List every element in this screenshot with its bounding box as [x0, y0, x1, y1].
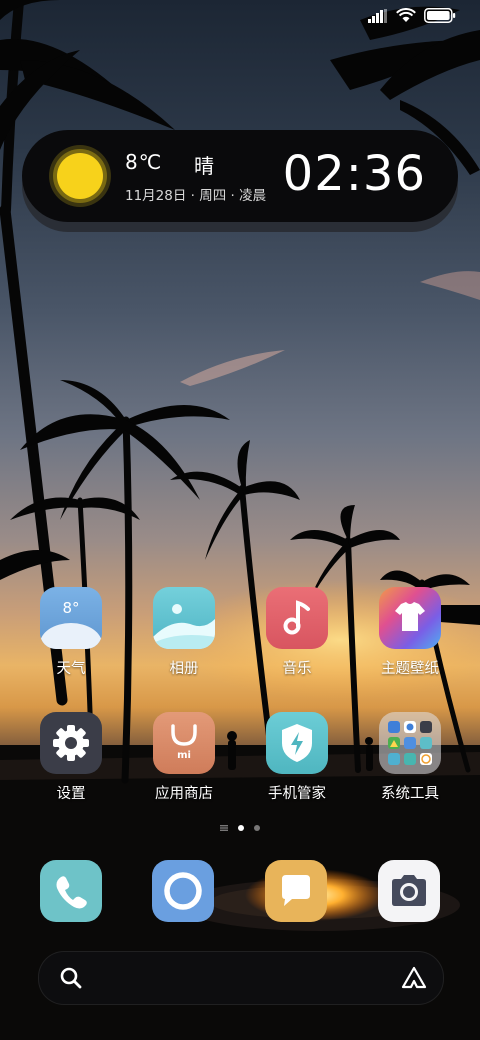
battery-icon	[424, 8, 456, 23]
theme-icon	[379, 587, 441, 649]
sun-icon	[49, 145, 111, 207]
signal-icon	[368, 8, 387, 23]
settings-icon	[40, 712, 102, 774]
page-dot-active[interactable]	[238, 825, 244, 831]
app-label: 音乐	[282, 661, 312, 677]
app-settings[interactable]: 设置	[16, 712, 126, 803]
weather-clock-widget[interactable]: 8℃ 晴 11月28日 · 周四 · 凌晨 02:36	[22, 130, 458, 222]
app-label: 主题壁纸	[381, 661, 439, 677]
dock-phone[interactable]	[40, 860, 102, 922]
search-bar[interactable]	[38, 951, 444, 1005]
search-icon[interactable]	[59, 966, 83, 990]
app-label: 相册	[169, 661, 199, 677]
app-label: 设置	[56, 786, 86, 802]
dock-browser[interactable]	[152, 860, 214, 922]
app-label: 系统工具	[381, 786, 439, 802]
assistant-icon[interactable]	[401, 966, 427, 990]
wifi-icon	[396, 8, 416, 22]
browser-icon	[164, 872, 202, 910]
weather-icon: 8°	[40, 587, 102, 649]
status-bar	[368, 8, 456, 23]
temperature: 8℃	[125, 150, 163, 174]
app-security[interactable]: 手机管家	[242, 712, 352, 803]
app-themes[interactable]: 主题壁纸	[355, 587, 465, 678]
app-store[interactable]: mi 应用商店	[129, 712, 239, 803]
app-label: 天气	[56, 661, 86, 677]
phone-icon	[56, 876, 87, 909]
weather-condition: 晴	[194, 154, 214, 178]
folder-icon	[379, 712, 441, 774]
app-label: 手机管家	[268, 786, 326, 802]
camera-icon	[392, 875, 426, 906]
clock-time: 02:36	[282, 146, 426, 202]
app-store-icon: mi	[153, 712, 215, 774]
music-icon	[266, 587, 328, 649]
folder-system-tools[interactable]: 系统工具	[355, 712, 465, 803]
date-text: 11月28日 · 周四 · 凌晨	[125, 188, 267, 204]
page-dot[interactable]	[254, 825, 260, 831]
page-indicator	[0, 825, 480, 831]
app-label: 应用商店	[155, 786, 213, 802]
messages-icon	[282, 875, 310, 906]
app-weather[interactable]: 8° 天气	[16, 587, 126, 678]
home-feed-icon[interactable]	[220, 825, 228, 831]
security-icon	[266, 712, 328, 774]
gallery-icon	[153, 587, 215, 649]
dock-camera[interactable]	[378, 860, 440, 922]
app-music[interactable]: 音乐	[242, 587, 352, 678]
app-gallery[interactable]: 相册	[129, 587, 239, 678]
dock-messages[interactable]	[265, 860, 327, 922]
